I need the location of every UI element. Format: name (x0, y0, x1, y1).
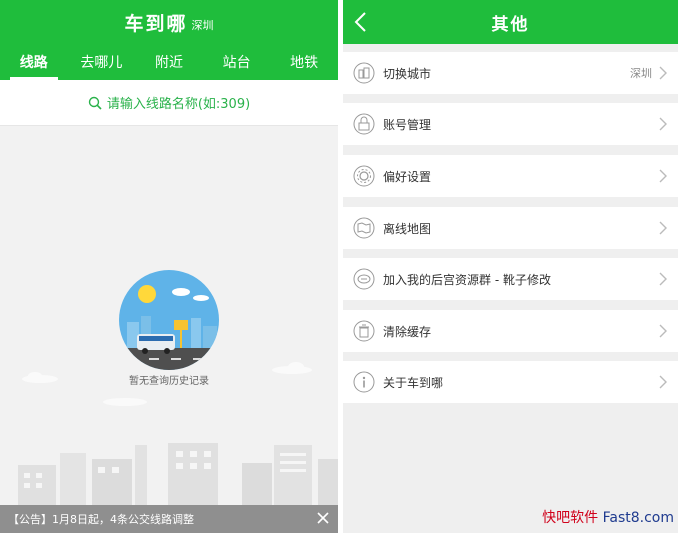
chevron-right-icon (659, 324, 667, 338)
page-title: 其他 (491, 14, 530, 35)
tab-where-to[interactable]: 去哪儿 (68, 44, 136, 80)
chevron-right-icon (659, 272, 667, 286)
city-skyline-decoration (18, 443, 338, 507)
tab-bar: 线路 去哪儿 附近 站台 地铁 (0, 44, 338, 80)
lock-icon (353, 113, 375, 135)
search-input[interactable]: 请输入线路名称(如:309) (0, 80, 338, 126)
building-icon (353, 62, 375, 84)
site-watermark: 快吧软件 Fast8.com (542, 507, 674, 527)
chevron-right-icon (659, 117, 667, 131)
menu-label: 偏好设置 (383, 169, 432, 184)
cloud-decoration (103, 398, 147, 406)
current-city[interactable]: 深圳 (192, 17, 214, 33)
other-settings-screen: 其他 切换城市 深圳 账号管理 偏好设置 离线地图 加入我的后宫资源群 - 靴子… (343, 0, 678, 533)
line-query-screen: 车到哪 深圳 线路 去哪儿 附近 站台 地铁 请输入线路名称(如:309) 暂无… (0, 0, 338, 533)
watermark-en: Fast8.com (602, 510, 674, 526)
menu-item-clear-cache[interactable]: 清除缓存 (343, 310, 678, 352)
menu-label: 清除缓存 (383, 324, 432, 339)
search-icon (88, 96, 102, 110)
tab-metro[interactable]: 地铁 (270, 44, 338, 80)
menu-label: 加入我的后宫资源群 - 靴子修改 (383, 272, 551, 287)
close-icon[interactable] (316, 511, 330, 525)
settings-header: 其他 (343, 0, 678, 44)
menu-item-preferences[interactable]: 偏好设置 (343, 155, 678, 197)
chevron-right-icon (659, 169, 667, 183)
menu-label: 切换城市 (383, 66, 432, 81)
menu-item-switch-city[interactable]: 切换城市 深圳 (343, 52, 678, 94)
watermark-cn: 快吧软件 (542, 510, 599, 526)
menu-item-offline-map[interactable]: 离线地图 (343, 207, 678, 249)
tab-stations[interactable]: 站台 (203, 44, 271, 80)
chevron-right-icon (659, 66, 667, 80)
menu-item-join-group[interactable]: 加入我的后宫资源群 - 靴子修改 (343, 258, 678, 300)
menu-label: 离线地图 (383, 221, 432, 236)
chevron-right-icon (659, 375, 667, 389)
map-icon (353, 217, 375, 239)
menu-item-account[interactable]: 账号管理 (343, 103, 678, 145)
chevron-right-icon (659, 221, 667, 235)
app-header: 车到哪 深圳 (0, 0, 338, 44)
back-arrow-icon[interactable] (351, 10, 371, 34)
gear-icon (353, 165, 375, 187)
announcement-bar[interactable]: 【公告】1月8日起，4条公交线路调整 (0, 505, 338, 533)
chat-icon (353, 268, 375, 290)
empty-history-text: 暂无查询历史记录 (129, 376, 209, 387)
search-placeholder: 请输入线路名称(如:309) (106, 97, 251, 112)
empty-history-illustration (119, 270, 219, 370)
announcement-text: 【公告】1月8日起，4条公交线路调整 (8, 513, 194, 526)
menu-item-about[interactable]: 关于车到哪 (343, 361, 678, 403)
tab-lines[interactable]: 线路 (0, 44, 68, 80)
menu-value-city: 深圳 (630, 67, 652, 80)
menu-label: 关于车到哪 (383, 375, 444, 390)
tab-nearby[interactable]: 附近 (135, 44, 203, 80)
trash-icon (353, 320, 375, 342)
app-title: 车到哪 (124, 12, 188, 35)
menu-label: 账号管理 (383, 117, 432, 132)
info-icon (353, 371, 375, 393)
